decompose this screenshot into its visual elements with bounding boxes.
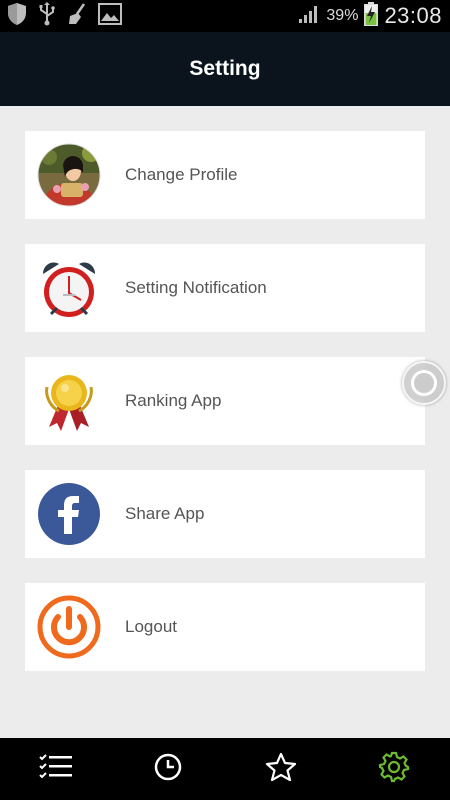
medal-icon (37, 369, 101, 433)
ranking-app-label: Ranking App (125, 391, 222, 410)
clock-icon (153, 752, 183, 787)
nav-history[interactable] (112, 738, 224, 800)
nav-list[interactable] (0, 738, 112, 800)
change-profile-label: Change Profile (125, 165, 238, 184)
logout-item[interactable]: Logout (25, 583, 425, 671)
nav-settings[interactable] (338, 738, 450, 800)
battery-percent: 39% (326, 7, 359, 24)
setting-notification-item[interactable]: Setting Notification (25, 244, 425, 332)
settings-list: Change Profile Setting Notification Rank… (25, 131, 425, 696)
share-app-label: Share App (125, 504, 205, 523)
alarm-clock-icon (37, 256, 101, 320)
status-bar-right: 39% 23:08 (298, 0, 442, 32)
change-profile-item[interactable]: Change Profile (25, 131, 425, 219)
broom-icon (66, 2, 88, 31)
clock-time: 23:08 (384, 3, 442, 28)
image-icon (98, 2, 122, 30)
bottom-navigation (0, 738, 450, 800)
battery-charging-icon (364, 1, 379, 31)
facebook-icon (37, 482, 101, 546)
shield-icon (6, 2, 28, 31)
status-bar-left (6, 1, 122, 31)
nav-favorites[interactable] (225, 738, 337, 800)
power-icon (37, 595, 101, 659)
floating-assistive-button[interactable] (402, 361, 446, 405)
status-bar: 39% 23:08 (0, 0, 450, 32)
profile-avatar (37, 143, 101, 207)
setting-notification-label: Setting Notification (125, 278, 267, 297)
assistive-inner-circle (411, 370, 437, 396)
star-icon (265, 752, 297, 787)
usb-icon (38, 1, 56, 31)
ranking-app-item[interactable]: Ranking App (25, 357, 425, 445)
list-icon (38, 753, 74, 786)
logout-label: Logout (125, 617, 177, 636)
signal-icon (298, 4, 320, 29)
page-title: Setting (189, 57, 261, 80)
share-app-item[interactable]: Share App (25, 470, 425, 558)
app-header: Setting (0, 32, 450, 106)
gear-icon (378, 751, 410, 788)
